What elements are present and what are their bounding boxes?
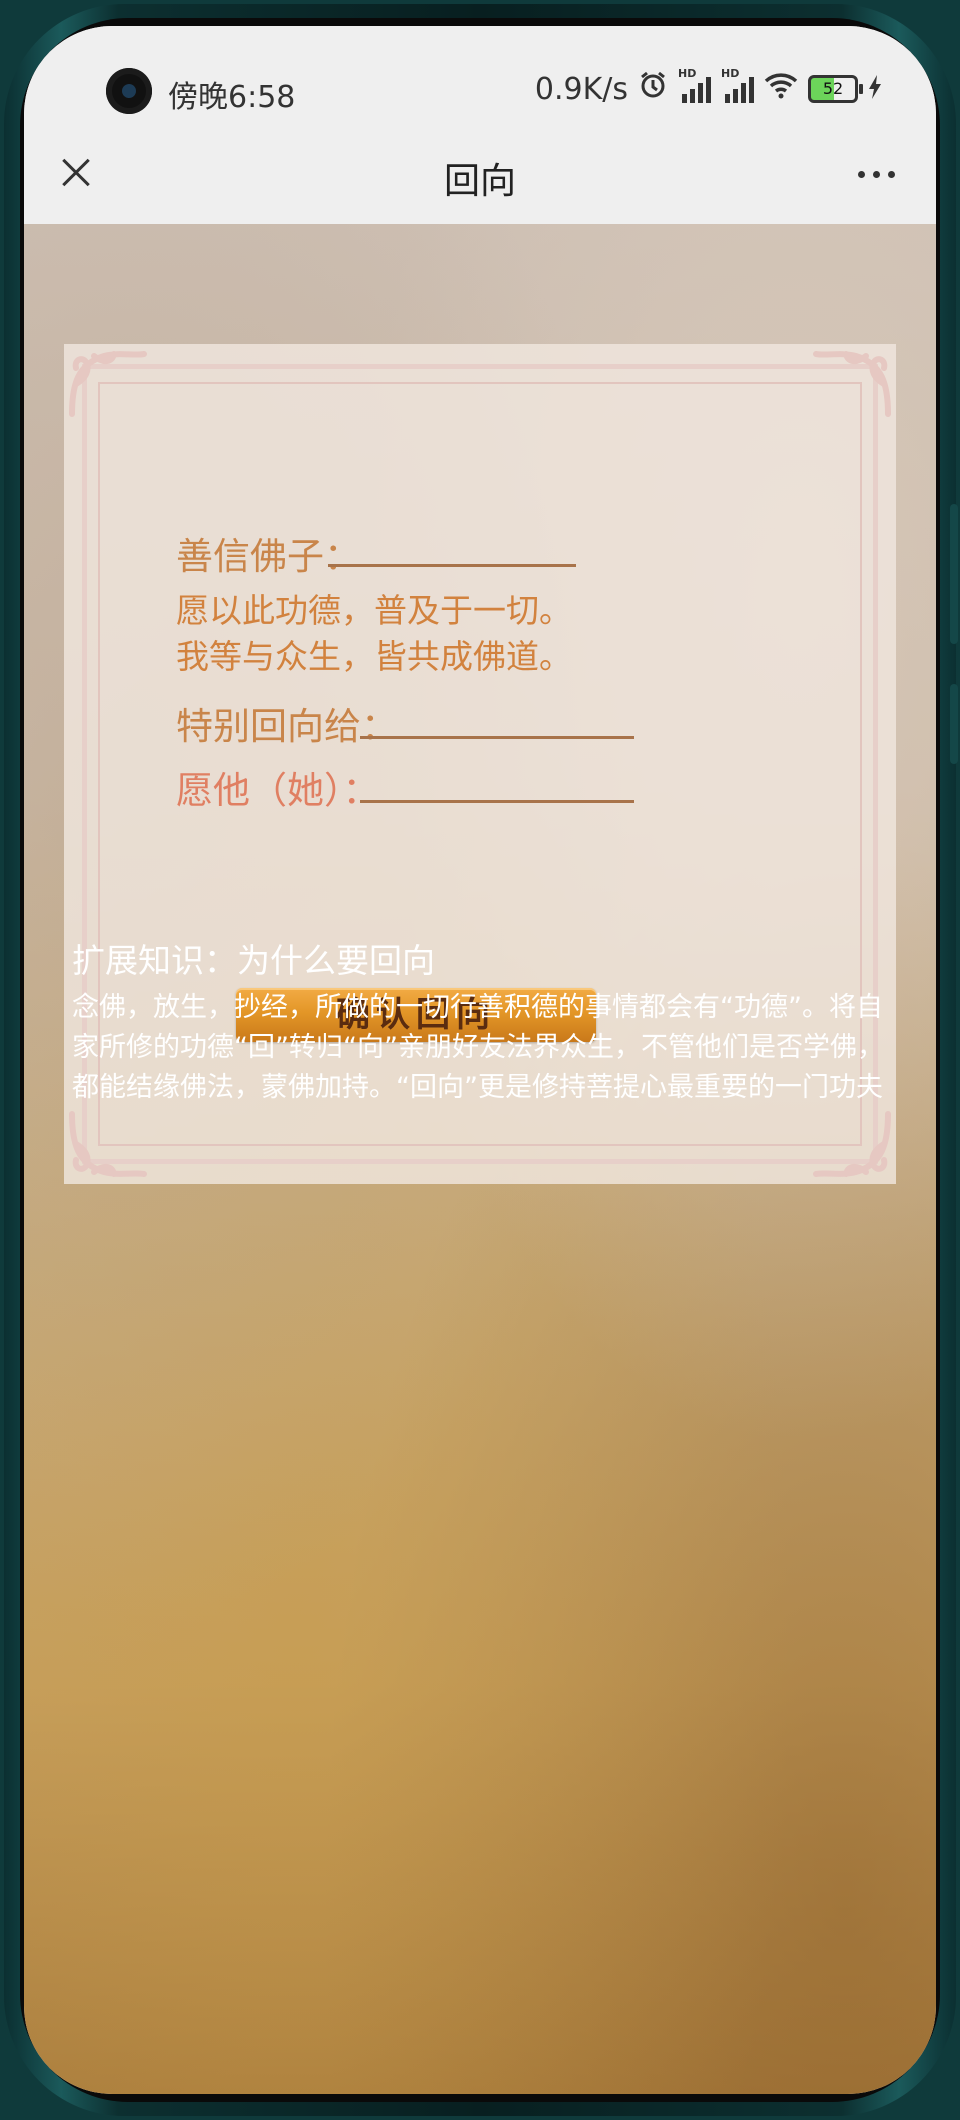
knowledge-body: 念佛，放生，抄经，所做的一切行善积德的事情都会有“功德”。将自家所修的功德“回”… <box>72 992 884 1103</box>
volume-button <box>950 504 958 644</box>
status-right: 0.9K/s HD HD 52 <box>534 67 882 108</box>
power-button <box>950 684 958 764</box>
page-title: 回向 <box>443 161 516 202</box>
devotee-input[interactable] <box>328 564 576 567</box>
alarm-icon <box>638 70 668 108</box>
corner-ornament-icon <box>64 344 154 434</box>
battery-icon: 52 <box>808 75 863 103</box>
dedicate-to-label: 特别回向给： <box>176 705 398 748</box>
devotee-label: 善信佛子： <box>176 535 361 578</box>
verse-line-2: 我等与众生，皆共成佛道。 <box>176 637 572 676</box>
content-area: 善信佛子： 愿以此功德，普及于一切。 我等与众生，皆共成佛道。 特别回向给： 愿… <box>24 224 936 2094</box>
signal-icon: HD <box>678 67 711 103</box>
verse-line-1: 愿以此功德，普及于一切。 <box>176 591 572 630</box>
status-time: 傍晚6:58 <box>168 80 296 115</box>
dedicate-to-input[interactable] <box>360 736 634 739</box>
corner-ornament-icon <box>806 344 896 434</box>
status-bar: 傍晚6:58 0.9K/s HD HD 52 <box>24 26 936 126</box>
charging-icon <box>868 72 882 107</box>
signal-icon: HD <box>721 67 754 103</box>
network-speed: 0.9K/s <box>534 71 628 107</box>
nav-bar: 回向 <box>24 126 936 224</box>
wish-label: 愿他（她）： <box>176 769 380 812</box>
knowledge-title: 扩展知识：为什么要回向 <box>72 941 435 980</box>
more-icon[interactable] <box>846 154 906 194</box>
wifi-icon <box>764 71 798 107</box>
front-camera <box>106 68 152 114</box>
phone-screen: 傍晚6:58 0.9K/s HD HD 52 回向 善信佛子： 愿以此功德，普及… <box>24 26 936 2094</box>
wish-input[interactable] <box>360 800 634 803</box>
